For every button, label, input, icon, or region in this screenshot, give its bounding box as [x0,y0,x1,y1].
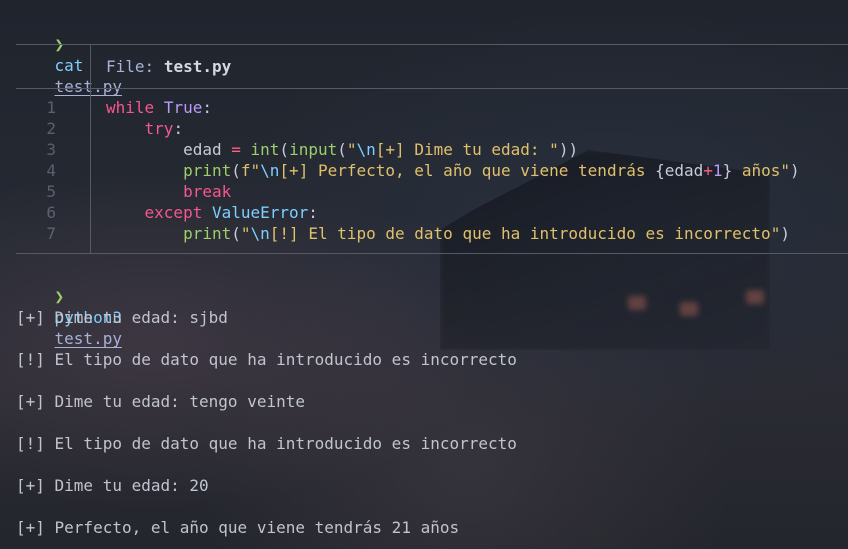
viewer-bottom-border [16,253,848,254]
line-number: 6 [46,203,56,222]
output-line: [+] Dime tu edad: 20 [16,476,209,495]
code-line: print("\n[!] El tipo de dato que ha intr… [183,224,790,243]
code-line: edad = int(input("\n[+] Dime tu edad: ")… [106,140,579,159]
prompt-arrow-icon: ❯ [54,287,65,306]
file-label: File: [106,57,155,76]
line-number: 1 [46,98,56,117]
output-line: [!] El tipo de dato que ha introducido e… [16,350,517,369]
output-line: [+] Perfecto, el año que viene tendrás 2… [16,518,460,537]
output-line: [+] Dime tu edad: sjbd [16,308,228,327]
line-number: 3 [46,140,56,159]
file-header: File: test.py [106,56,231,77]
code-line: try: [144,119,184,138]
code-line: print(f"\n[+] Perfecto, el año que viene… [183,161,800,180]
line-number: 7 [46,224,56,243]
output-line: [!] El tipo de dato que ha introducido e… [16,434,517,453]
viewer-gutter-divider [90,44,91,253]
output-line: [+] Dime tu edad: tengo veinte [16,392,305,411]
code-line: break [183,182,232,201]
command-argument[interactable]: test.py [55,329,122,348]
terminal-window[interactable]: ❯ cat test.py File: test.py 1while True:… [0,0,848,549]
file-name: test.py [163,57,232,76]
code-line: while True: [106,98,212,117]
line-number: 2 [46,119,56,138]
viewer-header-border [16,88,848,89]
viewer-top-border [16,44,848,45]
file-viewer: File: test.py 1 while True: 2 try: 3 edad =… [16,0,848,270]
code-line: except ValueError: [144,203,318,222]
line-number: 4 [46,161,56,180]
line-number: 5 [46,182,56,201]
